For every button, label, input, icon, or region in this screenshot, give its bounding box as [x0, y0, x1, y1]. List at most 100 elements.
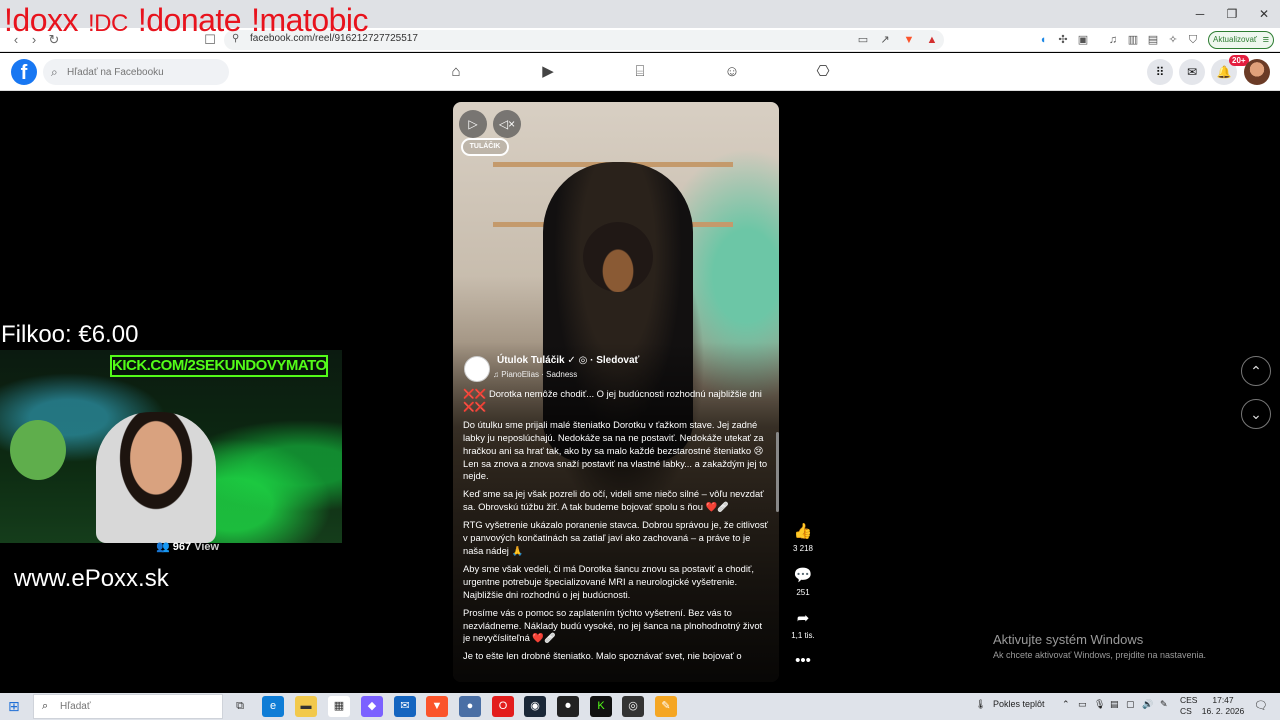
app-icon[interactable]: ✎ [655, 696, 677, 717]
edge-icon[interactable]: e [262, 696, 284, 717]
sidebar-icon[interactable]: ▥ [1126, 33, 1140, 47]
maximize-button[interactable]: ❐ [1216, 0, 1248, 28]
follow-button[interactable]: Sledovať [596, 355, 639, 366]
windows-activation-watermark: Aktivujte systém Windows Ak chcete aktiv… [993, 632, 1206, 660]
store-icon[interactable]: ▦ [328, 696, 350, 717]
facebook-search[interactable]: ⌕ [43, 59, 229, 85]
search-icon: ⌕ [42, 700, 49, 712]
messenger-icon[interactable]: ✉ [1179, 59, 1205, 85]
taskbar-search[interactable]: ⌕ [33, 694, 223, 719]
update-button[interactable]: Aktualizovať ≡ [1208, 31, 1274, 49]
language-indicator[interactable]: CES CS [1180, 695, 1197, 717]
close-button[interactable]: ✕ [1248, 0, 1280, 28]
caption-paragraph: RTG vyšetrenie ukázalo poranenie stavca.… [463, 519, 769, 556]
viewer-icon: 👥 [156, 541, 170, 553]
wallet-icon[interactable]: ▤ [1146, 33, 1160, 47]
tray-chevron-icon[interactable]: ⌃ [1062, 699, 1070, 710]
next-reel-button[interactable]: ⌄ [1241, 399, 1271, 429]
notification-center-icon[interactable]: 🗨 [1254, 699, 1268, 712]
previous-reel-button[interactable]: ⌃ [1241, 356, 1271, 386]
search-icon: ⌕ [51, 65, 58, 79]
app-icon[interactable]: ◎ [622, 696, 644, 717]
activation-title: Aktivujte systém Windows [993, 632, 1144, 647]
facebook-logo-icon[interactable]: f [11, 59, 37, 85]
mail-icon[interactable]: ✉ [394, 696, 416, 717]
volume-icon[interactable]: 🔊 [1142, 699, 1153, 710]
comment-count: 251 [796, 588, 810, 597]
music-icon[interactable]: ♫ [1106, 33, 1120, 47]
facebook-search-input[interactable] [67, 59, 225, 85]
kick-banner: KICK.COM/2SEKUNDOVYMATO [110, 355, 328, 377]
verified-icon: ✓ [567, 355, 576, 366]
minimize-button[interactable]: ─ [1184, 0, 1216, 28]
weather-text[interactable]: Pokles teplôt [993, 699, 1045, 709]
reels-icon[interactable]: ▶ [537, 61, 559, 83]
author-line: Útulok Tuláčik ✓ ◎ · Sledovať [497, 355, 640, 366]
brave-icon[interactable]: ▼ [426, 696, 448, 717]
marketplace-icon[interactable]: ⌸ [629, 61, 651, 83]
microphone-icon[interactable]: 🎙 [1094, 699, 1105, 710]
tray-icon[interactable]: ▭ [1078, 699, 1087, 710]
windows-start-icon[interactable]: ⊞ [8, 698, 24, 714]
author-name[interactable]: Útulok Tuláčik [497, 355, 565, 366]
weather-icon[interactable]: 🌡 [975, 699, 986, 710]
display-icon[interactable]: ▢ [1126, 699, 1135, 710]
opera-icon[interactable]: O [492, 696, 514, 717]
caption-paragraph: Prosíme vás o pomoc so zaplatením týchto… [463, 606, 763, 644]
website-overlay: www.ePoxx.sk [14, 565, 169, 592]
gaming-icon[interactable]: ⎔ [812, 61, 834, 83]
like-button[interactable]: 👍 3 218 [786, 522, 820, 553]
reel-video[interactable]: ▷ ◁× TULÁČIK Útulok Tuláčik ✓ ◎ · Sledov… [453, 102, 779, 682]
clock-date: 16. 2. 2026 [1201, 706, 1245, 716]
caption-scrollbar[interactable] [776, 432, 779, 512]
screen: ─ ❐ ✕ ‹ › ↻ ☐ ⚲ facebook.com/reel/916212… [0, 0, 1280, 720]
author-avatar[interactable] [464, 356, 490, 382]
tab-icon[interactable]: ▣ [1076, 33, 1090, 47]
kick-icon[interactable]: K [590, 696, 612, 717]
home-icon[interactable]: ⌂ [445, 61, 467, 83]
steam-icon[interactable]: ◉ [524, 696, 546, 717]
network-icon[interactable]: ▤ [1110, 699, 1119, 710]
caption-paragraph: Do útulku sme prijali malé šteniatko Dor… [463, 418, 768, 482]
like-count: 3 218 [792, 544, 814, 553]
more-options-button[interactable]: ••• [786, 652, 820, 672]
leo-icon[interactable]: ✧ [1166, 33, 1180, 47]
puppy-face [583, 222, 653, 292]
taskbar-search-input[interactable] [60, 695, 220, 718]
groups-icon[interactable]: ☺ [721, 61, 743, 83]
play-icon[interactable]: ▷ [459, 110, 487, 138]
app-icon[interactable]: ● [459, 696, 481, 717]
streamer [96, 412, 216, 543]
task-view-icon[interactable]: ⧉ [229, 696, 251, 717]
system-clock[interactable]: 17:47 16. 2. 2026 [1196, 695, 1250, 717]
music-line[interactable]: ♫ PianoElias · Sadness [493, 370, 577, 379]
copilot-icon[interactable]: ◆ [361, 696, 383, 717]
facebook-header: f ⌕ ⌂ ▶ ⌸ ☺ ⎔ ⠿ ✉ 🔔 20+ [0, 53, 1280, 91]
share-icon[interactable]: ↗ [878, 33, 892, 47]
vpn-icon[interactable]: ⛉ [1186, 33, 1200, 47]
language-bottom: CS [1180, 706, 1192, 716]
brave-shields-icon[interactable]: ▼ [902, 33, 916, 47]
like-icon: 👍 [793, 523, 813, 540]
stream-commands: !doxx !DC !donate !matobic [4, 2, 378, 39]
menu-grid-icon[interactable]: ⠿ [1147, 59, 1173, 85]
profile-avatar[interactable] [1244, 59, 1270, 85]
command-matobic: !matobic [251, 2, 369, 38]
share-button[interactable]: ➦ 1,1 tis. [786, 609, 820, 640]
obs-icon[interactable]: ⏺ [557, 696, 579, 717]
windows-taskbar: ⊞ ⌕ ⧉ e ▬ ▦ ◆ ✉ ▼ ● O ◉ ⏺ K ◎ ✎ 🌡 Pokles… [0, 693, 1280, 720]
mute-icon[interactable]: ◁× [493, 110, 521, 138]
share-arrow-icon: ➦ [796, 610, 810, 627]
language-top: CES [1180, 695, 1198, 705]
caption-paragraph: Keď sme sa jej však pozreli do očí, vide… [463, 488, 764, 513]
comment-button[interactable]: 💬 251 [786, 566, 820, 597]
extensions-icon[interactable]: ✣ [1056, 33, 1070, 47]
viewer-counter: 👥 967 View [156, 540, 219, 553]
music-title: PianoElias · Sadness [501, 370, 578, 379]
file-explorer-icon[interactable]: ▬ [295, 696, 317, 717]
viewer-count: 967 [172, 541, 192, 553]
pen-icon[interactable]: ✎ [1160, 699, 1168, 710]
cast-icon[interactable]: ▭ [856, 33, 870, 47]
brave-rewards-icon[interactable]: ▲ [925, 33, 939, 47]
audio-icon[interactable]: ◖ [1036, 33, 1050, 47]
